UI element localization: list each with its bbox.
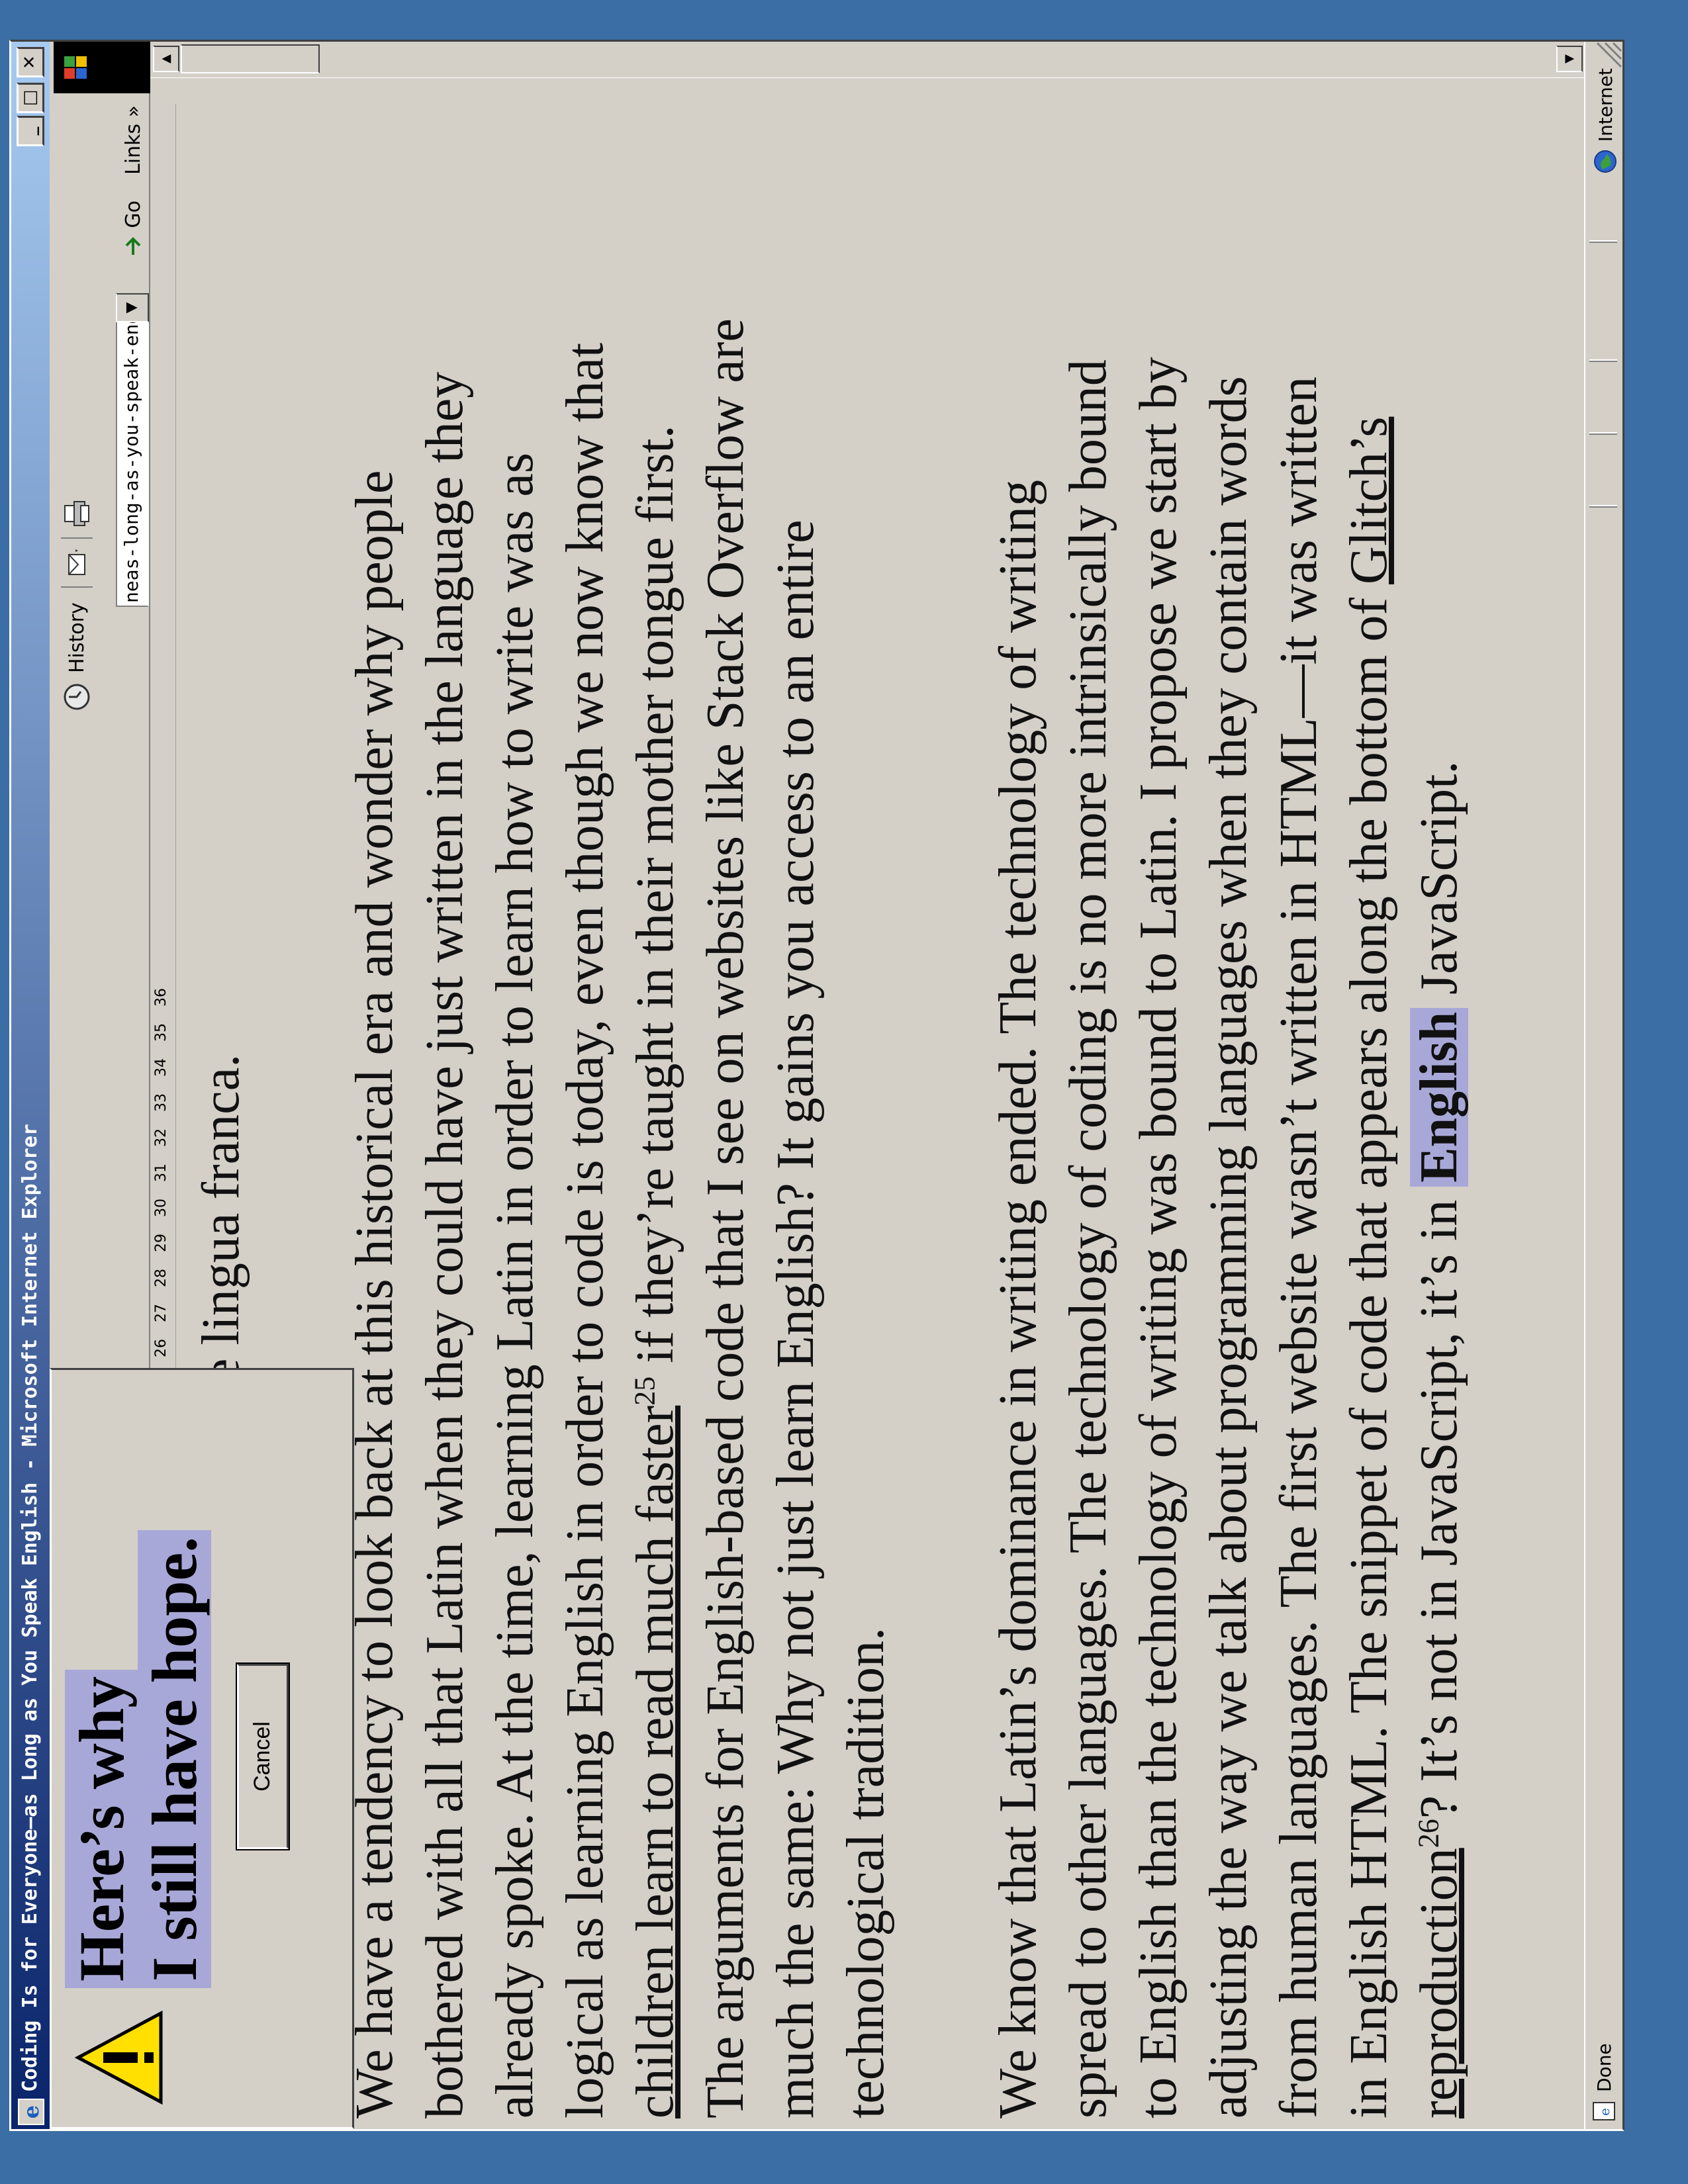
article-line: children learn to read much faster25 if … <box>626 425 686 2118</box>
status-bar: e Done Internet <box>1584 42 1622 2129</box>
article-text: if they’re taught in their mother tongue… <box>626 425 684 1377</box>
history-label: History <box>65 602 89 673</box>
scroll-up-icon[interactable]: ▲ <box>153 46 179 72</box>
cancel-button[interactable]: Cancel <box>236 1659 289 1854</box>
article-line: technological tradition. <box>837 1627 895 2118</box>
go-arrow-icon <box>125 236 141 255</box>
line-number: 28 <box>153 1269 169 1287</box>
article-line: to English than the technology of writin… <box>1129 357 1188 2118</box>
status-text: e Done <box>1592 2043 1616 2122</box>
alert-dialog: Here’s why I still have hope. Cancel <box>50 1368 354 2129</box>
title-bar[interactable]: e Coding Is for Everyone—as Long as You … <box>11 42 50 2129</box>
article-line: much the same: Why not just learn Englis… <box>767 520 825 2118</box>
footnote-link[interactable]: children learn to read much faster <box>626 1406 684 2118</box>
vertical-scrollbar[interactable]: ▲ ▼ <box>150 42 1585 78</box>
article-line: logical as learning English in order to … <box>556 342 614 2118</box>
line-number: 27 <box>153 1304 169 1322</box>
line-number: 29 <box>153 1234 169 1252</box>
browser-window: e Coding Is for Everyone—as Long as You … <box>9 40 1624 2131</box>
line-number: 26 <box>153 1339 169 1357</box>
dialog-heading-line2: I still have hope. <box>138 1529 211 1988</box>
article-line: The arguments for English-based code tha… <box>696 318 755 2118</box>
scroll-thumb[interactable] <box>181 44 320 73</box>
article-line: reproduction26? It’s not in JavaScript, … <box>1409 761 1470 2118</box>
resize-grip-icon[interactable] <box>1589 42 1622 75</box>
status-label: Done <box>1593 2043 1615 2092</box>
print-icon[interactable] <box>61 498 93 529</box>
line-number: 35 <box>153 1023 169 1042</box>
page-icon: e <box>1593 2102 1615 2120</box>
footnote-number[interactable]: 26 <box>1412 1819 1444 1848</box>
article-line: in English HTML. The snippet of code tha… <box>1339 417 1399 2118</box>
globe-icon <box>1594 150 1617 173</box>
glitch-link[interactable]: Glitch’s <box>1340 417 1398 584</box>
window-title: Coding Is for Everyone—as Long as You Sp… <box>19 1124 42 2092</box>
windows-logo-icon <box>64 56 87 79</box>
address-input[interactable]: neas-long-as-you-speak-english/ <box>116 293 149 607</box>
article-line: adjusting the way we talk about programm… <box>1199 376 1258 2118</box>
line-number: 32 <box>153 1128 169 1147</box>
svg-text:e: e <box>1597 2108 1613 2116</box>
article-line: spread to other languages. The technolog… <box>1059 359 1117 2118</box>
article-text: JavaScript. <box>1410 760 1468 1008</box>
windows-throbber <box>54 42 153 93</box>
line-number: 31 <box>153 1163 169 1182</box>
mail-icon[interactable] <box>61 547 93 578</box>
line-number: 34 <box>153 1058 169 1077</box>
dialog-heading-line1: Here’s why <box>65 1669 138 1988</box>
article-text: in English HTML. The snippet of code tha… <box>1340 584 1398 2118</box>
scroll-down-icon[interactable]: ▼ <box>1556 46 1583 72</box>
links-label: Links » <box>121 105 145 175</box>
reproduction-link[interactable]: reproduction <box>1410 1848 1468 2118</box>
minimize-button[interactable]: _ <box>17 116 44 146</box>
address-dropdown-icon[interactable]: ▼ <box>116 293 149 322</box>
article-line: from human languages. The first website … <box>1270 376 1328 2118</box>
line-number: 30 <box>153 1199 169 1217</box>
ie-logo-icon: e <box>18 2099 44 2125</box>
zone-label: Internet <box>1594 68 1617 142</box>
warning-icon <box>74 2010 163 2105</box>
line-number: 33 <box>153 1093 169 1112</box>
line-number: 36 <box>153 988 169 1007</box>
article-line: bothered with all that Latin when they c… <box>416 371 474 2118</box>
highlighted-word: English <box>1410 1007 1468 1187</box>
go-label: Go <box>121 201 145 228</box>
history-icon <box>64 684 90 710</box>
history-button[interactable]: History <box>54 498 100 713</box>
footnote-number[interactable]: 25 <box>628 1377 661 1406</box>
page-content[interactable]: 4567891011121314151617181920212223242526… <box>150 77 1585 2129</box>
article-line: We know that Latin’s dominance in writin… <box>989 480 1047 2118</box>
article-text: ? It’s not in JavaScript, it’s in <box>1410 1186 1468 1819</box>
security-zone: Internet <box>1592 68 1618 175</box>
close-button[interactable]: ✕ <box>17 47 44 77</box>
go-button[interactable]: Go <box>117 201 149 259</box>
article-line: already spoke. At the time, learning Lat… <box>486 452 544 2118</box>
maximize-button[interactable]: □ <box>17 83 44 113</box>
links-button[interactable]: Links » <box>117 105 149 175</box>
